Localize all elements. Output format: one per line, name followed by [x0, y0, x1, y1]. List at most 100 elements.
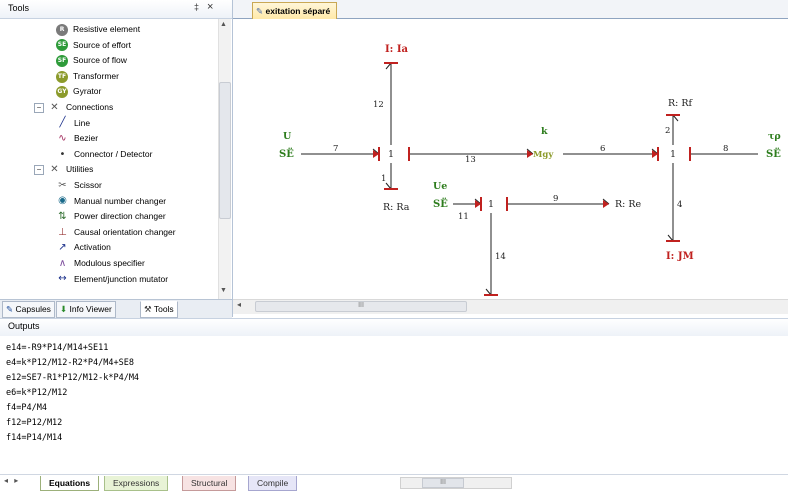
- power-direction-changer-icon: ⇅: [58, 210, 67, 222]
- utilities-icon: ✕: [50, 164, 59, 176]
- outputs-scroll-thumb[interactable]: III: [422, 478, 464, 488]
- element-r-re: R: Re: [615, 199, 642, 210]
- document-tab-label: exitation séparé: [265, 6, 331, 16]
- manual-number-changer-icon: ◉: [58, 195, 67, 207]
- bond-label-11: 11: [458, 212, 469, 222]
- close-icon[interactable]: ×: [207, 1, 213, 13]
- canvas-scroll-thumb[interactable]: III: [255, 301, 467, 312]
- resistive-element-icon: R: [56, 23, 68, 36]
- tab-capsules-label: Capsules: [15, 304, 51, 314]
- element-ue: Ue: [433, 181, 447, 192]
- equation-line: e4=k*P12/M12-R2*P4/M4+SE8: [6, 358, 134, 368]
- tool-item-label: Causal orientation changer: [74, 226, 176, 237]
- tool-item-label: Gyrator: [73, 86, 102, 97]
- line-icon: ╱: [59, 117, 66, 129]
- tool-item[interactable]: ∧ Modulous specifier: [56, 256, 145, 271]
- scroll-down-icon[interactable]: ▼: [220, 287, 227, 294]
- gyrator-icon: GY: [56, 86, 68, 99]
- bond-graph-canvas[interactable]: I: Ia R: Rf U SË k Mgy τρ SË R: Ra Ue SË…: [233, 19, 788, 299]
- diagram-document-icon: ✎: [256, 7, 264, 17]
- tools-panel-tabs: ✎ Capsules ⬇ Info Viewer ⚒ Tools: [0, 299, 232, 318]
- tool-item-label: Scissor: [74, 180, 102, 190]
- element-tau: τρ: [768, 131, 781, 142]
- source-of-effort-icon: SE: [56, 39, 68, 52]
- equation-line: e14=-R9*P14/M14+SE11: [6, 343, 109, 353]
- tab-tools[interactable]: ⚒ Tools: [140, 301, 178, 318]
- tools-scroll-thumb[interactable]: [219, 82, 231, 219]
- junction-1-b: 1: [670, 149, 676, 160]
- tab-structural[interactable]: Structural: [182, 476, 237, 491]
- tool-item[interactable]: • Connector / Detector: [56, 147, 153, 162]
- tab-exitation-separe[interactable]: ✎ exitation séparé: [252, 2, 338, 19]
- equation-line: e12=SE7-R1*P12/M12-k*P4/M4: [6, 373, 140, 383]
- transformer-icon: TF: [56, 70, 68, 83]
- tool-item-label: Connector / Detector: [74, 148, 153, 159]
- tool-item-label: Transformer: [73, 70, 119, 81]
- tool-item[interactable]: ↔ Element/junction mutator: [56, 272, 168, 287]
- tool-item[interactable]: R Resistive element: [56, 22, 140, 37]
- element-mgy: Mgy: [533, 150, 554, 160]
- tool-item[interactable]: SE Source of effort: [56, 38, 131, 53]
- element-r-rf: R: Rf: [668, 98, 694, 109]
- tool-item-label: Power direction changer: [74, 211, 166, 222]
- tools-tree: R Resistive element SE Source of effort SF So…: [0, 19, 218, 299]
- tool-item[interactable]: ⇅ Power direction changer: [56, 209, 166, 224]
- tab-compile[interactable]: Compile: [248, 476, 298, 491]
- tool-item[interactable]: TF Transformer: [56, 69, 119, 84]
- element-junction-mutator-icon: ↔: [58, 273, 67, 285]
- element-se-left: SË: [279, 147, 294, 160]
- scroll-up-icon[interactable]: ▲: [220, 21, 227, 28]
- tool-item-label: Utilities: [66, 164, 94, 175]
- collapse-icon[interactable]: −: [34, 165, 44, 176]
- equation-line: f14=P14/M14: [6, 433, 63, 443]
- tool-item[interactable]: GY Gyrator: [56, 84, 101, 99]
- tool-item-label: Resistive element: [73, 24, 141, 34]
- tool-item[interactable]: ⊥ Causal orientation changer: [56, 225, 176, 240]
- causal-orientation-changer-icon: ⊥: [58, 226, 67, 238]
- outputs-panel: e14=-R9*P14/M14+SE11 e4=k*P12/M12-R2*P4/…: [0, 336, 788, 470]
- activation-icon: ↗: [58, 242, 67, 254]
- equation-line: e6=k*P12/M12: [6, 388, 68, 398]
- info-viewer-icon: ⬇: [60, 305, 68, 315]
- tool-item[interactable]: ◉ Manual number changer: [56, 194, 166, 209]
- tool-item[interactable]: ∿ Bezier: [56, 131, 98, 146]
- element-u: U: [283, 131, 292, 142]
- tool-item[interactable]: ↗ Activation: [56, 240, 111, 255]
- tool-item[interactable]: − ✕ Utilities: [34, 162, 93, 177]
- bezier-icon: ∿: [58, 132, 67, 144]
- bond-label-2: 2: [665, 126, 670, 136]
- modulous-specifier-icon: ∧: [58, 257, 67, 269]
- tool-item[interactable]: − ✕ Connections: [34, 100, 113, 115]
- tab-info-viewer[interactable]: ⬇ Info Viewer: [56, 301, 116, 318]
- equation-line: f4=P4/M4: [6, 403, 47, 413]
- equation-line: f12=P12/M12: [6, 418, 63, 428]
- tool-item[interactable]: ✂ Scissor: [56, 178, 102, 193]
- outputs-panel-title: Outputs: [8, 321, 40, 331]
- tab-capsules[interactable]: ✎ Capsules: [2, 301, 55, 318]
- tool-item[interactable]: SF Source of flow: [56, 53, 127, 68]
- collapse-icon[interactable]: −: [34, 102, 44, 113]
- bond-label-7: 7: [333, 144, 338, 154]
- scissor-icon: ✂: [58, 179, 67, 191]
- tab-expressions[interactable]: Expressions: [104, 476, 169, 491]
- tools-icon: ⚒: [144, 305, 152, 315]
- tool-item-label: Activation: [74, 242, 111, 253]
- capsules-icon: ✎: [6, 305, 14, 315]
- element-k: k: [541, 126, 548, 137]
- scroll-left-icon[interactable]: ◂: [237, 300, 241, 309]
- bond-label-8: 8: [723, 144, 728, 154]
- tool-item-label: Modulous specifier: [74, 258, 145, 268]
- tab-navigation-arrows[interactable]: ◂ ▸: [4, 476, 20, 485]
- bond-graph-diagram: I: Ia R: Rf U SË k Mgy τρ SË R: Ra Ue SË…: [279, 44, 781, 296]
- bond-label-9: 9: [553, 194, 558, 204]
- pin-icon[interactable]: ‡: [194, 2, 199, 12]
- bond-label-14: 14: [495, 252, 506, 262]
- tab-equations[interactable]: Equations: [40, 476, 100, 491]
- junction-1-a: 1: [388, 149, 394, 160]
- junction-1-c: 1: [488, 199, 494, 210]
- tools-panel-title: Tools: [8, 3, 30, 13]
- tool-item[interactable]: ╱ Line: [56, 116, 90, 131]
- tool-item-label: Bezier: [74, 133, 99, 144]
- connector-detector-icon: •: [59, 148, 66, 160]
- connections-icon: ✕: [50, 101, 59, 113]
